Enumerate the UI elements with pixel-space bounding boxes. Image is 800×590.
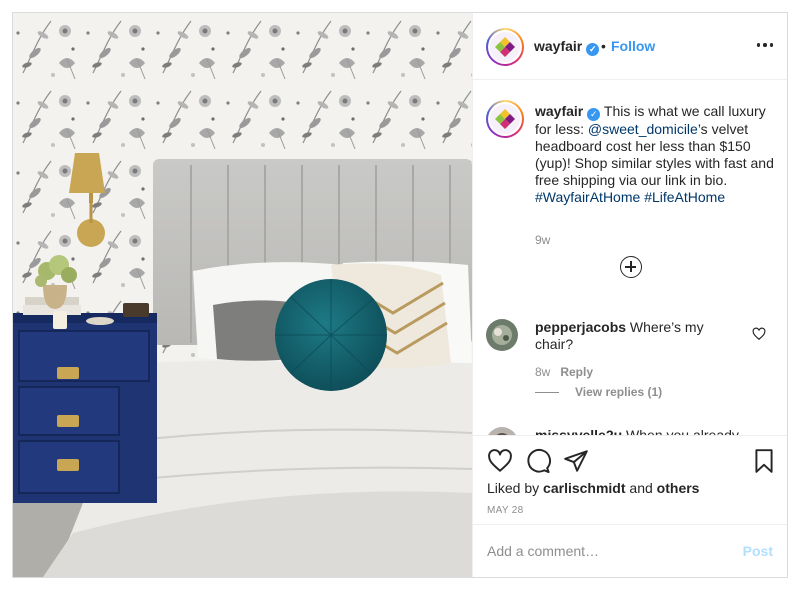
caption-mention-link[interactable]: @sweet_domicile	[588, 121, 698, 137]
post-dialog: wayfair ✓ • Follow wayfair ✓ This is wha…	[12, 12, 788, 578]
comment-text: missyvelle2u When you already	[535, 427, 740, 435]
wayfair-logo-icon	[495, 109, 515, 129]
like-heart-icon[interactable]	[487, 448, 513, 474]
caption-timestamp[interactable]: 9w	[535, 233, 550, 247]
post-comment-button[interactable]: Post	[743, 543, 773, 559]
comments-scroll-area[interactable]: wayfair ✓ This is what we call luxury for…	[473, 81, 787, 435]
caption-username[interactable]: wayfair	[535, 103, 583, 119]
comment-bubble-icon[interactable]	[525, 448, 551, 474]
verified-badge-icon: ✓	[587, 108, 601, 121]
comment-username[interactable]: pepperjacobs	[535, 319, 626, 335]
liked-prefix: Liked by	[487, 480, 544, 496]
like-comment-icon[interactable]	[752, 327, 766, 341]
comment-timestamp[interactable]: 8w	[535, 365, 550, 379]
paper-plane-icon[interactable]	[563, 448, 589, 474]
post-actions: Liked by carlischmidt and others MAY 28	[473, 435, 787, 525]
post-date[interactable]: MAY 28	[487, 505, 523, 516]
verified-badge-icon: ✓	[586, 43, 600, 56]
liked-by-text: Liked by carlischmidt and others	[487, 480, 699, 496]
add-comment-section: Post	[473, 524, 787, 577]
post-header: wayfair ✓ • Follow	[473, 13, 787, 80]
comment-meta: 8w Reply	[535, 365, 593, 379]
view-replies-label: View replies (1)	[575, 385, 663, 399]
load-more-comments-icon[interactable]	[620, 256, 642, 278]
avatar[interactable]	[486, 28, 524, 66]
avatar[interactable]	[486, 319, 518, 351]
post-photo[interactable]	[13, 13, 472, 577]
comment-body: When you already	[622, 427, 739, 435]
wayfair-logo-icon	[495, 37, 515, 57]
view-replies-button[interactable]: View replies (1)	[535, 385, 662, 399]
liked-others-link[interactable]: others	[657, 480, 700, 496]
liked-and: and	[625, 480, 657, 496]
comment-username[interactable]: missyvelle2u	[535, 427, 622, 435]
follow-button[interactable]: Follow	[611, 38, 655, 54]
caption-avatar[interactable]	[486, 100, 524, 138]
liked-by-user-link[interactable]: carlischmidt	[543, 480, 625, 496]
caption-text: wayfair ✓ This is what we call luxury for…	[535, 103, 775, 206]
add-comment-input[interactable]	[487, 541, 727, 561]
post-side-panel: wayfair ✓ • Follow wayfair ✓ This is wha…	[472, 13, 787, 577]
comment-text: pepperjacobs Where’s my chair?	[535, 319, 740, 353]
header-separator: •	[601, 38, 606, 54]
hashtag-link[interactable]: #LifeAtHome	[644, 189, 725, 205]
bookmark-icon[interactable]	[751, 448, 777, 474]
avatar[interactable]	[486, 427, 518, 435]
header-username[interactable]: wayfair ✓	[534, 38, 600, 56]
more-options-icon[interactable]	[757, 37, 773, 53]
hashtag-link[interactable]: #WayfairAtHome	[535, 189, 640, 205]
divider	[535, 391, 559, 393]
reply-button[interactable]: Reply	[560, 365, 593, 379]
